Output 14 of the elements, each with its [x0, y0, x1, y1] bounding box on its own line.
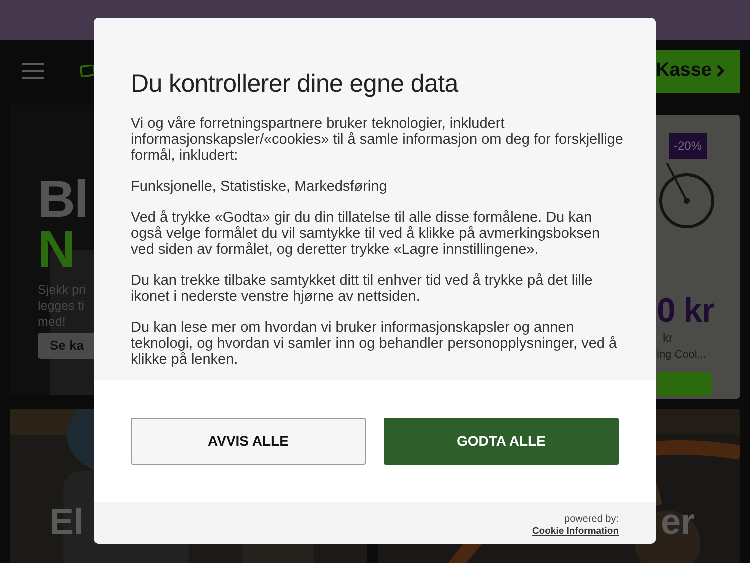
powered-by-text: powered by:: [564, 514, 619, 526]
dialog-title: Du kontrollerer dine egne data: [131, 69, 460, 100]
discount-badge: -20%: [669, 133, 708, 159]
hero-text: med!: [38, 314, 66, 330]
tile-title: El: [50, 500, 84, 544]
dialog-paragraph: Du kan lese mer om hvordan vi bruker informasjonskapsler og annen teknologi, og hvordan vi samler inn og behandler personopplysninger, ved å klikke på lenken.: [131, 320, 618, 368]
dialog-paragraph: Vi og våre forretningspartnere bruker teknologier, inkludert informasjonskapsler/«cookies» til å samle informasjon om deg for forskjellige formål, inkludert:: [131, 116, 624, 164]
hero-title: N: [38, 225, 74, 275]
product-price: 0 kr: [657, 293, 714, 329]
dialog-paragraph: Ved å trykke «Godta» gir du din tillatelse til alle disse formålene. Du kan også velge formålet du vil samtykke til ved å klikke på avmerkingsboksen ved siden av formålet, og deretter trykke «Lagre innstillingene».: [131, 210, 602, 258]
dialog-paragraph: Du kan trekke tilbake samtykket ditt til enhver tid ved å trykke på det lille ikonet i nederste venstre hjørne av nettsiden.: [131, 273, 594, 305]
hero-title: Bl: [38, 175, 88, 225]
tile-title: er: [660, 500, 695, 544]
dialog-paragraph: Funksjonelle, Statistiske, Markedsføring: [131, 179, 388, 195]
